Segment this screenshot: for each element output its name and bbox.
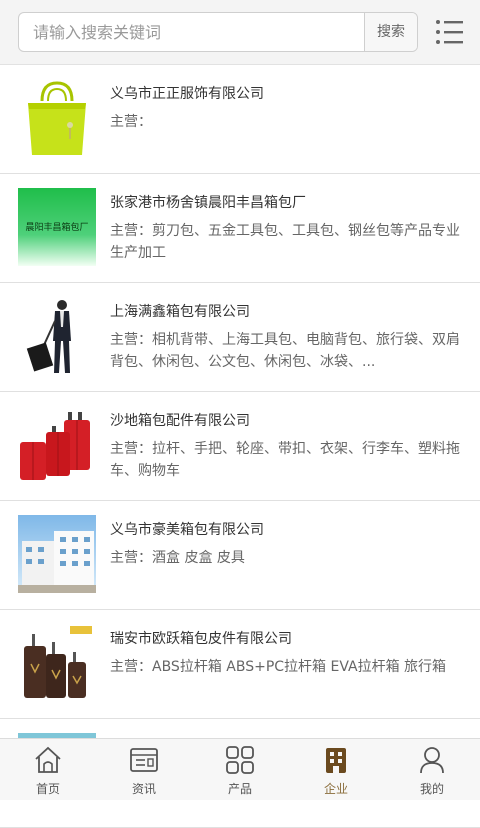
bottom-tab-bar: 首页 资讯 产品 企业 我的 [0,738,480,800]
search-box: 搜索 [18,12,418,52]
company-thumbnail: 晨阳丰昌箱包厂 [18,188,96,266]
company-business: 主营：相机背带、上海工具包、电脑背包、旅行袋、双肩背包、休闲包、公文包、休闲包、… [110,332,460,370]
grid-icon [226,746,254,774]
company-item[interactable]: 义乌市正正服饰有限公司 主营： [0,65,480,174]
company-thumbnail [18,406,96,484]
building-icon [326,748,346,773]
company-thumbnail [18,79,96,157]
banner-text: 晨阳丰昌箱包厂 [25,221,88,233]
tab-label: 我的 [419,782,444,796]
search-input[interactable] [19,13,365,51]
company-item[interactable]: 沙地箱包配件有限公司 主营：拉杆、手把、轮座、带扣、衣架、行李车、塑料拖车、购物… [0,392,480,501]
list-menu-icon[interactable] [435,18,465,46]
company-item[interactable]: 上海满鑫箱包有限公司 主营：相机背带、上海工具包、电脑背包、旅行袋、双肩背包、休… [0,283,480,392]
company-name[interactable]: 义乌市正正服饰有限公司 [110,83,460,103]
tab-companies[interactable]: 企业 [288,739,384,800]
company-thumbnail [18,624,96,702]
company-business: 主营：ABS拉杆箱 ABS+PC拉杆箱 EVA拉杆箱 旅行箱 [110,659,447,675]
company-name[interactable]: 瑞安市欧跃箱包皮件有限公司 [110,628,460,648]
company-item[interactable]: 义乌市豪美箱包有限公司 主营：酒盒 皮盒 皮具 [0,501,480,610]
top-bar: 搜索 [0,0,480,65]
company-name[interactable]: 上海满鑫箱包有限公司 [110,301,460,321]
news-icon [130,748,158,772]
company-business: 主营：剪刀包、五金工具包、工具包、钢丝包等产品专业生产加工 [110,223,460,261]
company-business: 主营：酒盒 皮盒 皮具 [110,550,245,566]
company-item[interactable]: 瑞安市欧跃箱包皮件有限公司 主营：ABS拉杆箱 ABS+PC拉杆箱 EVA拉杆箱… [0,610,480,719]
company-list: 义乌市正正服饰有限公司 主营： 晨阳丰昌箱包厂 张家港市杨舍镇晨阳丰昌箱包厂 主… [0,65,480,828]
tab-label: 资讯 [131,782,156,796]
tab-label: 首页 [35,782,60,796]
tab-home[interactable]: 首页 [0,739,96,800]
search-button[interactable]: 搜索 [364,13,417,51]
user-icon [420,747,444,774]
company-thumbnail [18,515,96,593]
tab-mine[interactable]: 我的 [384,739,480,800]
tab-news[interactable]: 资讯 [96,739,192,800]
company-name[interactable]: 义乌市豪美箱包有限公司 [110,519,460,539]
company-business: 主营：拉杆、手把、轮座、带扣、衣架、行李车、塑料拖车、购物车 [110,441,460,479]
home-icon [35,746,61,773]
tab-label: 产品 [227,782,252,796]
company-thumbnail [18,297,96,375]
tab-label: 企业 [323,782,348,796]
company-business: 主营： [110,114,152,130]
company-item[interactable]: 晨阳丰昌箱包厂 张家港市杨舍镇晨阳丰昌箱包厂 主营：剪刀包、五金工具包、工具包、… [0,174,480,283]
company-name[interactable]: 张家港市杨舍镇晨阳丰昌箱包厂 [110,192,460,212]
company-name[interactable]: 沙地箱包配件有限公司 [110,410,460,430]
tab-products[interactable]: 产品 [192,739,288,800]
